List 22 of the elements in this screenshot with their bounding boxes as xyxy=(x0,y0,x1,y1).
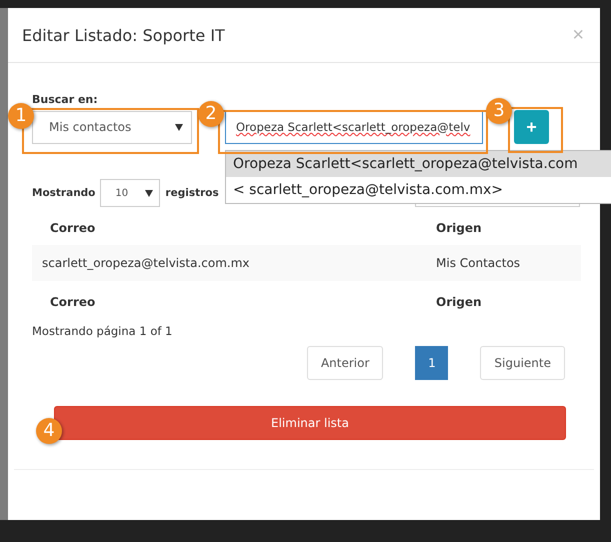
page-button[interactable]: Anterior xyxy=(306,346,384,380)
page-button[interactable]: 1 xyxy=(415,346,448,380)
page-info: Mostrando página 1 of 1 xyxy=(32,324,174,338)
source-select[interactable]: Mis contactos xyxy=(32,110,192,144)
caret-icon xyxy=(145,190,154,196)
length-label: Mostrando xyxy=(32,187,96,199)
column-footer: Correo xyxy=(50,295,436,311)
search-field[interactable]: Oropeza Scarlett<scarlett_oropeza@telv xyxy=(225,110,483,144)
column-header: Origen xyxy=(436,221,483,237)
caret-icon xyxy=(175,124,183,130)
suggestion-item[interactable]: < scarlett_oropeza@telvista.com.mx> xyxy=(226,177,611,203)
delete-button[interactable]: Eliminar lista xyxy=(54,406,566,440)
table-cell-text: scarlett_oropeza@telvista.com.mx xyxy=(42,256,250,270)
column-header: Correo xyxy=(50,221,96,237)
page-button[interactable]: Siguiente xyxy=(480,346,565,380)
length-label: registros xyxy=(165,187,219,199)
table-cell-text: Mis Contactos xyxy=(436,256,522,270)
length-select[interactable]: 10 xyxy=(100,179,160,207)
search-label: Buscar en: xyxy=(32,93,99,106)
modal-title: Editar Listado: Soporte IT xyxy=(22,26,225,44)
column-footer: Origen xyxy=(436,295,581,311)
suggestion-item[interactable]: Oropeza Scarlett<scarlett_oropeza@telvista.com xyxy=(226,151,611,177)
